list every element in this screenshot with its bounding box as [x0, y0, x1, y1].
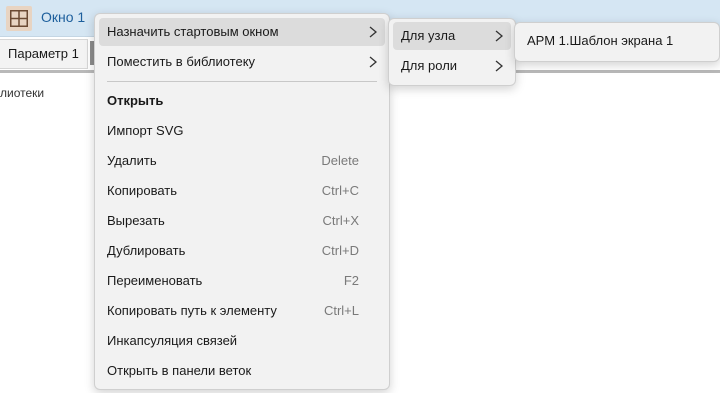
submenu-item-for-role[interactable]: Для роли: [393, 52, 511, 80]
menu-item-rename[interactable]: Переименовать F2: [99, 267, 385, 295]
tab-parameter-1[interactable]: Параметр 1: [0, 39, 88, 69]
menu-item-copy-path[interactable]: Копировать путь к элементу Ctrl+L: [99, 297, 385, 325]
window-title[interactable]: Окно 1: [41, 9, 85, 25]
menu-item-copy[interactable]: Копировать Ctrl+C: [99, 177, 385, 205]
submenu-start-window: Для узла Для роли: [388, 18, 516, 86]
menu-item-label: Импорт SVG: [107, 123, 184, 138]
menu-item-delete[interactable]: Удалить Delete: [99, 147, 385, 175]
menu-item-label: Открыть: [107, 93, 164, 108]
chevron-right-icon: [495, 30, 503, 42]
menu-item-shortcut: Ctrl+D: [321, 243, 359, 258]
menu-item-label: Назначить стартовым окном: [107, 24, 279, 39]
context-menu: Назначить стартовым окном Поместить в би…: [94, 13, 390, 390]
menu-item-open[interactable]: Открыть: [99, 87, 385, 115]
menu-item-cut[interactable]: Вырезать Ctrl+X: [99, 207, 385, 235]
menu-separator: [107, 81, 377, 82]
menu-item-import-svg[interactable]: Импорт SVG: [99, 117, 385, 145]
menu-item-encapsulate-links[interactable]: Инкапсуляция связей: [99, 327, 385, 355]
menu-item-open-in-branch-panel[interactable]: Открыть в панели веток: [99, 357, 385, 385]
chevron-right-icon: [369, 56, 377, 68]
menu-item-shortcut: F2: [343, 273, 359, 288]
menu-item-label: Копировать: [107, 183, 177, 198]
menu-item-label: АРМ 1.Шаблон экрана 1: [527, 33, 674, 48]
menu-item-shortcut: Ctrl+L: [323, 303, 359, 318]
chevron-right-icon: [495, 60, 503, 72]
menu-item-label: Поместить в библиотеку: [107, 54, 256, 69]
menu-item-duplicate[interactable]: Дублировать Ctrl+D: [99, 237, 385, 265]
menu-item-label: Для роли: [401, 58, 458, 73]
menu-item-label: Вырезать: [107, 213, 165, 228]
menu-item-label: Для узла: [401, 28, 456, 43]
submenu-node: АРМ 1.Шаблон экрана 1: [514, 22, 720, 62]
menu-item-label: Инкапсуляция связей: [107, 333, 238, 348]
menu-item-label: Удалить: [107, 153, 157, 168]
background-label: лиотеки: [0, 86, 45, 100]
menu-item-shortcut: Ctrl+X: [322, 213, 359, 228]
submenu-item-screen-template[interactable]: АРМ 1.Шаблон экрана 1: [519, 27, 715, 55]
menu-item-shortcut: Ctrl+C: [321, 183, 359, 198]
menu-item-add-to-library[interactable]: Поместить в библиотеку: [99, 48, 385, 76]
submenu-item-for-node[interactable]: Для узла: [393, 22, 511, 50]
chevron-right-icon: [369, 26, 377, 38]
menu-item-set-start-window[interactable]: Назначить стартовым окном: [99, 18, 385, 46]
menu-item-label: Переименовать: [107, 273, 203, 288]
menu-item-label: Копировать путь к элементу: [107, 303, 277, 318]
menu-item-label: Дублировать: [107, 243, 186, 258]
menu-item-shortcut: Delete: [321, 153, 359, 168]
menu-item-label: Открыть в панели веток: [107, 363, 252, 378]
layout-grid-icon[interactable]: [6, 6, 32, 31]
